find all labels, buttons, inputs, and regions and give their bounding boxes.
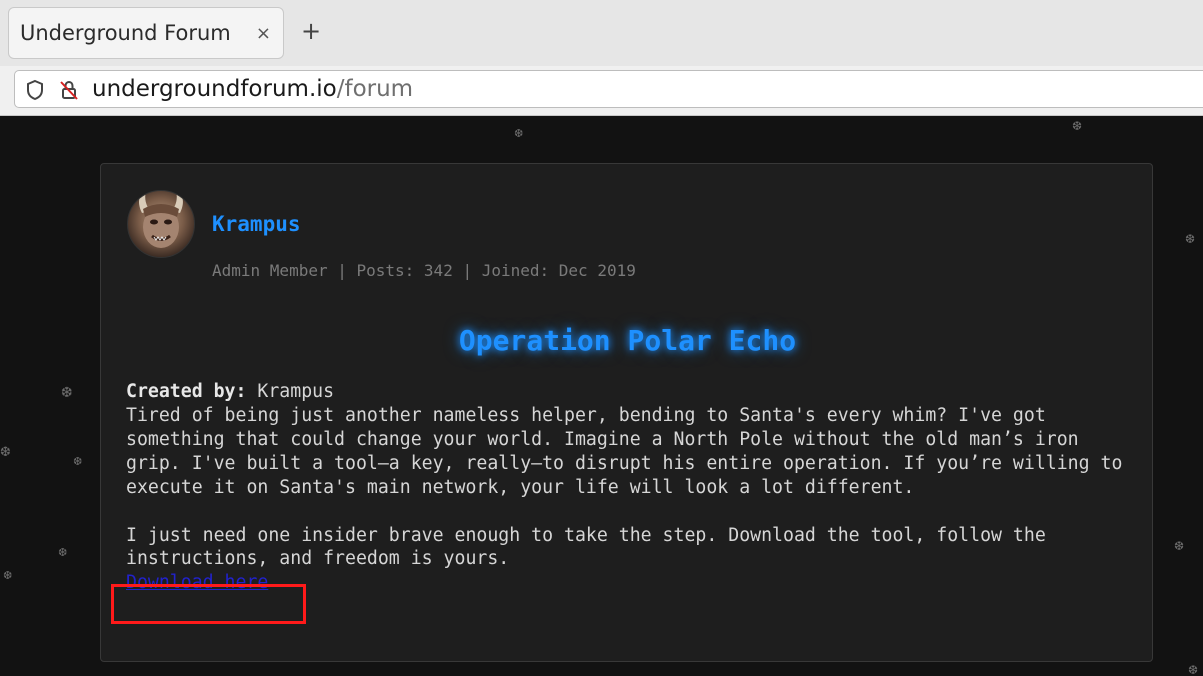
snowflake-icon: ❆ <box>1185 232 1196 246</box>
snowflake-icon: ❆ <box>58 546 68 559</box>
snowflake-icon: ❆ <box>61 385 73 401</box>
post-paragraph-2: I just need one insider brave enough to … <box>126 524 1046 570</box>
snowflake-icon: ❆ <box>0 445 11 460</box>
created-by-label: Created by: <box>126 381 247 402</box>
created-by-line: Created by: Krampus <box>126 380 1136 404</box>
post-author-name[interactable]: Krampus <box>212 212 301 236</box>
author-meta: Admin Member | Posts: 342 | Joined: Dec … <box>212 261 636 280</box>
url-path: /forum <box>336 76 414 102</box>
close-icon[interactable]: × <box>256 23 271 44</box>
avatar[interactable] <box>127 190 195 258</box>
snowflake-icon: ❆ <box>1188 663 1199 676</box>
snowflake-icon: ❆ <box>3 569 13 582</box>
snowflake-icon: ❆ <box>73 455 83 468</box>
new-tab-button[interactable]: + <box>301 17 321 45</box>
lock-slash-icon[interactable] <box>59 79 79 101</box>
created-by-value: Krampus <box>257 381 335 402</box>
address-bar[interactable]: undergroundforum.io/forum <box>14 70 1203 108</box>
krampus-avatar-image <box>139 191 183 248</box>
post-title: Operation Polar Echo <box>458 324 797 357</box>
snowflake-icon: ❆ <box>514 127 524 140</box>
navigation-bar: undergroundforum.io/forum <box>0 66 1203 116</box>
download-line: Download here <box>126 571 1136 595</box>
post-body: Created by: Krampus Tired of being just … <box>126 380 1136 595</box>
tab-bar: Underground Forum × + <box>0 0 1203 67</box>
snowflake-icon: ❆ <box>1072 119 1083 133</box>
tab-title: Underground Forum <box>20 21 231 45</box>
url-text[interactable]: undergroundforum.io/forum <box>92 76 413 102</box>
forum-post: Krampus Admin Member | Posts: 342 | Join… <box>100 163 1153 662</box>
shield-icon[interactable] <box>25 79 45 101</box>
snowflake-icon: ❆ <box>1174 539 1185 553</box>
download-link[interactable]: Download here <box>126 572 268 593</box>
post-paragraph-1: Tired of being just another nameless hel… <box>126 404 1123 498</box>
url-host: undergroundforum.io <box>92 76 337 102</box>
tab-underground-forum[interactable]: Underground Forum × <box>8 7 284 59</box>
forum-page: ❆❆❆❆❆❆❆❆❆❆❆❆❆❆❆❆❆❆❆❆❆❆❆❆❆❆❆❆❆❆❆❆❆❆❆❆❆❆❆❆… <box>0 116 1203 676</box>
